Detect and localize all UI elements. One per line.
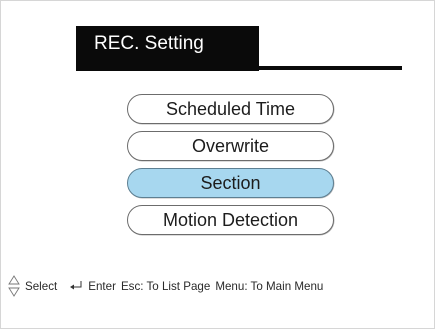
title-block: REC. Setting (76, 26, 259, 71)
enter-return-icon (69, 280, 83, 292)
menu-item-scheduled-time[interactable]: Scheduled Time (127, 94, 334, 124)
key-hint-bar: Select Enter Esc: To List Page Menu: To … (8, 272, 323, 300)
page-title: REC. Setting (94, 33, 204, 54)
menu-item-section[interactable]: Section (127, 168, 334, 198)
menu-item-overwrite[interactable]: Overwrite (127, 131, 334, 161)
esc-hint: Esc: To List Page (120, 279, 211, 293)
osd-screen: REC. Setting Scheduled Time Overwrite Se… (0, 0, 435, 329)
menu-hint: Menu: To Main Menu (215, 279, 324, 293)
enter-hint: Enter (88, 279, 116, 293)
rec-setting-menu: Scheduled Time Overwrite Section Motion … (127, 94, 335, 242)
select-hint: Select (25, 279, 58, 293)
menu-item-motion-detection[interactable]: Motion Detection (127, 205, 334, 235)
title-underline (259, 66, 402, 70)
title-bar: REC. Setting (76, 26, 402, 71)
up-down-arrows-icon (8, 275, 20, 297)
